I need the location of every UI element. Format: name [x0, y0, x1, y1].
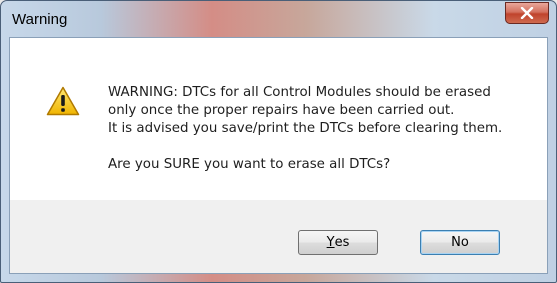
message-area: WARNING: DTCs for all Control Modules sh… — [10, 38, 547, 200]
message-line: WARNING: DTCs for all Control Modules sh… — [108, 85, 491, 100]
title-bar[interactable]: Warning — [1, 1, 556, 37]
window-title: Warning — [12, 11, 68, 28]
message-line: It is advised you save/print the DTCs be… — [108, 121, 503, 136]
yes-button[interactable]: Yes — [298, 230, 378, 255]
dialog-body: WARNING: DTCs for all Control Modules sh… — [9, 37, 548, 274]
warning-icon — [46, 86, 80, 116]
no-label: No — [451, 235, 469, 250]
yes-mnemonic: Y — [326, 235, 335, 250]
warning-message: WARNING: DTCs for all Control Modules sh… — [108, 84, 502, 174]
confirmation-question: Are you SURE you want to erase all DTCs? — [108, 157, 391, 172]
button-bar: Yes No — [10, 200, 547, 273]
close-button[interactable] — [505, 2, 549, 24]
yes-label-rest: es — [334, 235, 350, 250]
no-button[interactable]: No — [420, 230, 500, 255]
close-icon — [520, 7, 534, 19]
message-line: only once the proper repairs have been c… — [108, 103, 455, 118]
dialog-window: Warning WARNING: DTCs for all Control Mo… — [0, 0, 557, 283]
